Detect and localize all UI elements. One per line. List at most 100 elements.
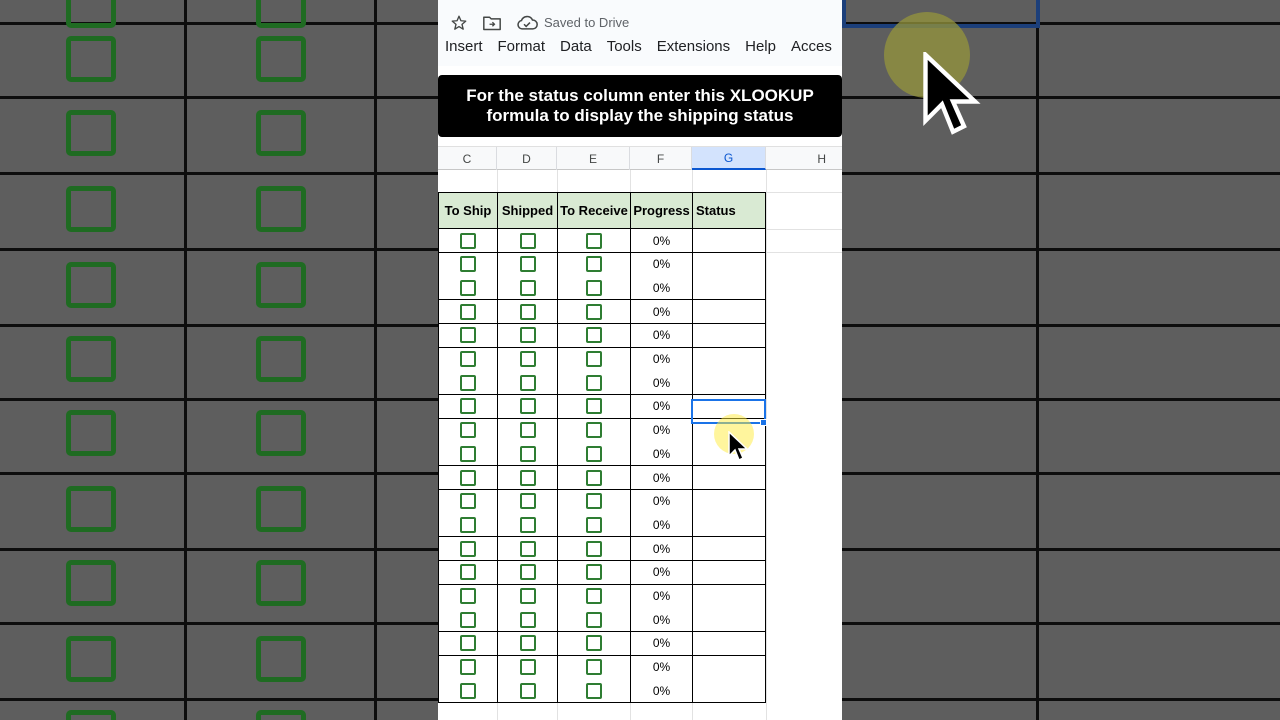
to-receive-checkbox[interactable] [586,445,602,462]
status-cell[interactable] [692,631,766,656]
to-ship-checkbox[interactable] [460,256,476,273]
progress-cell[interactable]: 0% [630,442,693,467]
progress-cell[interactable]: 0% [630,347,693,372]
to-receive-checkbox[interactable] [586,659,602,676]
status-cell[interactable] [692,300,766,325]
shipped-checkbox[interactable] [519,256,536,273]
shipped-checkbox[interactable] [519,635,536,652]
checkbox-cell[interactable] [557,560,631,585]
checkbox-cell[interactable] [557,442,631,467]
checkbox-cell[interactable] [497,489,558,514]
status-cell[interactable] [692,584,766,609]
sheet-grid[interactable]: To Ship Shipped To Receive Progress Stat… [438,170,842,720]
checkbox-cell[interactable] [438,323,498,348]
checkbox-cell[interactable] [557,513,631,538]
to-ship-checkbox[interactable] [460,588,476,604]
checkbox-cell[interactable] [438,276,498,301]
column-header-f[interactable]: F [630,147,692,170]
to-ship-checkbox[interactable] [460,564,476,581]
checkbox-cell[interactable] [497,584,558,609]
status-cell[interactable] [692,276,766,301]
checkbox-cell[interactable] [557,418,631,443]
to-ship-checkbox[interactable] [460,659,476,676]
checkbox-cell[interactable] [438,608,498,633]
shipped-checkbox[interactable] [519,469,536,486]
to-receive-checkbox[interactable] [586,398,602,415]
progress-cell[interactable]: 0% [630,655,693,680]
to-receive-checkbox[interactable] [586,327,602,344]
checkbox-cell[interactable] [497,418,558,443]
checkbox-cell[interactable] [438,489,498,514]
to-ship-checkbox[interactable] [460,635,476,652]
checkbox-cell[interactable] [438,513,498,538]
status-cell[interactable] [692,252,766,277]
to-receive-checkbox[interactable] [586,469,602,486]
menu-extensions[interactable]: Extensions [657,38,730,55]
to-ship-checkbox[interactable] [460,469,476,486]
progress-cell[interactable]: 0% [630,252,693,277]
to-receive-checkbox[interactable] [586,635,602,652]
checkbox-cell[interactable] [438,537,498,562]
progress-cell[interactable]: 0% [630,631,693,656]
header-shipped[interactable]: Shipped [497,192,558,229]
column-header-g[interactable]: G [692,147,766,170]
checkbox-cell[interactable] [557,229,631,253]
to-ship-checkbox[interactable] [460,398,476,415]
shipped-checkbox[interactable] [519,564,536,581]
checkbox-cell[interactable] [557,489,631,514]
to-receive-checkbox[interactable] [586,588,602,604]
checkbox-cell[interactable] [557,323,631,348]
to-receive-checkbox[interactable] [586,351,602,367]
shipped-checkbox[interactable] [519,351,536,367]
checkbox-cell[interactable] [557,466,631,490]
shipped-checkbox[interactable] [519,516,536,533]
progress-cell[interactable]: 0% [630,371,693,396]
menu-format[interactable]: Format [498,38,546,55]
checkbox-cell[interactable] [438,347,498,372]
to-receive-checkbox[interactable] [586,611,602,628]
to-receive-checkbox[interactable] [586,516,602,533]
to-ship-checkbox[interactable] [460,540,476,557]
progress-cell[interactable]: 0% [630,537,693,562]
checkbox-cell[interactable] [557,537,631,562]
progress-cell[interactable]: 0% [630,229,693,253]
progress-cell[interactable]: 0% [630,323,693,348]
header-to-ship[interactable]: To Ship [438,192,498,229]
checkbox-cell[interactable] [438,679,498,704]
checkbox-cell[interactable] [497,679,558,704]
shipped-checkbox[interactable] [519,540,536,557]
shipped-checkbox[interactable] [519,374,536,391]
status-cell[interactable] [692,679,766,704]
progress-cell[interactable]: 0% [630,300,693,325]
checkbox-cell[interactable] [438,631,498,656]
checkbox-cell[interactable] [557,679,631,704]
checkbox-cell[interactable] [438,418,498,443]
checkbox-cell[interactable] [497,323,558,348]
to-receive-checkbox[interactable] [586,303,602,320]
checkbox-cell[interactable] [438,466,498,490]
to-ship-checkbox[interactable] [460,493,476,510]
checkbox-cell[interactable] [557,371,631,396]
checkbox-cell[interactable] [557,394,631,419]
checkbox-cell[interactable] [557,631,631,656]
shipped-checkbox[interactable] [519,398,536,415]
checkbox-cell[interactable] [557,276,631,301]
status-cell[interactable] [692,371,766,396]
checkbox-cell[interactable] [497,394,558,419]
checkbox-cell[interactable] [438,371,498,396]
checkbox-cell[interactable] [497,513,558,538]
shipped-checkbox[interactable] [519,327,536,344]
column-header-c[interactable]: C [438,147,497,170]
checkbox-cell[interactable] [557,608,631,633]
menu-help[interactable]: Help [745,38,776,55]
header-progress[interactable]: Progress [630,192,693,229]
progress-cell[interactable]: 0% [630,276,693,301]
checkbox-cell[interactable] [438,252,498,277]
menu-tools[interactable]: Tools [607,38,642,55]
status-cell[interactable] [692,560,766,585]
progress-cell[interactable]: 0% [630,513,693,538]
to-receive-checkbox[interactable] [586,232,602,249]
progress-cell[interactable]: 0% [630,608,693,633]
shipped-checkbox[interactable] [519,422,536,439]
checkbox-cell[interactable] [497,442,558,467]
